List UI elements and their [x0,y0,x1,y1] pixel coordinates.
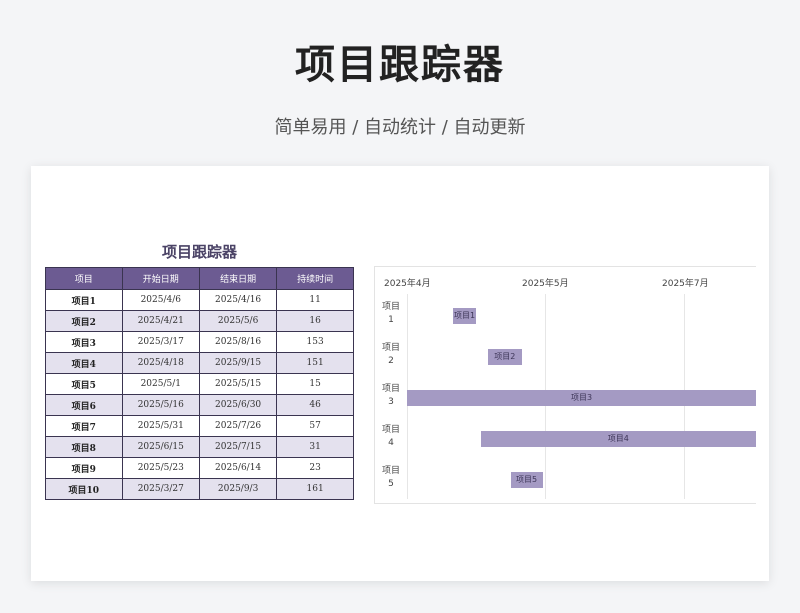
cell-end-date[interactable]: 2025/6/30 [198,394,278,416]
gantt-category-label: 项目 4 [381,425,400,448]
cell-duration[interactable]: 23 [276,457,354,479]
cell-project[interactable]: 项目9 [45,457,123,479]
cell-project[interactable]: 项目3 [45,331,123,353]
gantt-frame [374,266,756,504]
page-title: 项目跟踪器 [295,42,505,88]
gantt-bar[interactable]: 项目3 [407,390,756,406]
table-row: 项目10 2025/3/27 2025/9/3 161 [45,478,354,500]
axis-label-may: 2025年5月 [522,279,569,289]
cell-start-date[interactable]: 2025/5/1 [121,373,200,395]
cell-end-date[interactable]: 2025/9/15 [198,352,278,374]
cell-project[interactable]: 项目5 [45,373,123,395]
header-start-date[interactable]: 开始日期 [121,267,200,290]
gantt-category-label: 项目 5 [381,466,400,489]
table-row: 项目6 2025/5/16 2025/6/30 46 [45,394,354,416]
cell-duration[interactable]: 151 [276,352,354,374]
table-row: 项目7 2025/5/31 2025/7/26 57 [45,415,354,437]
cell-duration[interactable]: 11 [276,289,354,311]
table-row: 项目5 2025/5/1 2025/5/15 15 [45,373,354,395]
cell-project[interactable]: 项目2 [45,310,123,332]
cell-duration[interactable]: 31 [276,436,354,458]
cell-duration[interactable]: 161 [276,478,354,500]
cell-project[interactable]: 项目7 [45,415,123,437]
table-row: 项目1 2025/4/6 2025/4/16 11 [45,289,354,311]
axis-label-jul: 2025年7月 [662,279,709,289]
table-header-row: 项目 开始日期 结束日期 持续时间 [45,267,354,290]
cell-start-date[interactable]: 2025/4/18 [121,352,200,374]
gantt-bar[interactable]: 项目2 [487,349,522,365]
cell-duration[interactable]: 16 [276,310,354,332]
cell-end-date[interactable]: 2025/5/6 [198,310,278,332]
axis-label-apr: 2025年4月 [384,279,431,289]
cell-start-date[interactable]: 2025/3/27 [121,478,200,500]
page-subtitle: 简单易用 / 自动统计 / 自动更新 [274,117,526,138]
cell-end-date[interactable]: 2025/9/3 [198,478,278,500]
cell-project[interactable]: 项目1 [45,289,123,311]
cell-start-date[interactable]: 2025/5/16 [121,394,200,416]
table-row: 项目8 2025/6/15 2025/7/15 31 [45,436,354,458]
cell-project[interactable]: 项目8 [45,436,123,458]
cell-duration[interactable]: 153 [276,331,354,353]
gantt-bar[interactable]: 项目1 [453,308,476,324]
header-project[interactable]: 项目 [45,267,123,290]
cell-end-date[interactable]: 2025/8/16 [198,331,278,353]
cell-start-date[interactable]: 2025/5/23 [121,457,200,479]
table-row: 项目9 2025/5/23 2025/6/14 23 [45,457,354,479]
header-duration[interactable]: 持续时间 [276,267,354,290]
cell-end-date[interactable]: 2025/6/14 [198,457,278,479]
cell-start-date[interactable]: 2025/5/31 [121,415,200,437]
cell-end-date[interactable]: 2025/4/16 [198,289,278,311]
header-end-date[interactable]: 结束日期 [198,267,278,290]
gantt-category-label: 项目 3 [381,384,400,407]
table-title: 项目跟踪器 [161,243,237,261]
project-table: 项目 开始日期 结束日期 持续时间 项目1 2025/4/6 2025/4/16 11… [45,267,354,500]
cell-start-date[interactable]: 2025/4/21 [121,310,200,332]
cell-project[interactable]: 项目4 [45,352,123,374]
table-row: 项目4 2025/4/18 2025/9/15 151 [45,352,354,374]
gantt-bar[interactable]: 项目5 [510,472,543,488]
cell-start-date[interactable]: 2025/6/15 [121,436,200,458]
table-row: 项目3 2025/3/17 2025/8/16 153 [45,331,354,353]
cell-end-date[interactable]: 2025/7/15 [198,436,278,458]
cell-start-date[interactable]: 2025/4/6 [121,289,200,311]
cell-project[interactable]: 项目6 [45,394,123,416]
table-row: 项目2 2025/4/21 2025/5/6 16 [45,310,354,332]
cell-duration[interactable]: 15 [276,373,354,395]
gantt-chart: 2025年4月 2025年5月 2025年7月 项目 1 项目 2 项目 3 项目 4 项目 5 … [374,266,756,504]
cell-duration[interactable]: 46 [276,394,354,416]
gantt-bar[interactable]: 项目4 [480,431,756,447]
cell-start-date[interactable]: 2025/3/17 [121,331,200,353]
cell-end-date[interactable]: 2025/5/15 [198,373,278,395]
cell-end-date[interactable]: 2025/7/26 [198,415,278,437]
gantt-category-label: 项目 1 [381,302,400,325]
cell-project[interactable]: 项目10 [45,478,123,500]
gantt-category-label: 项目 2 [381,343,400,366]
cell-duration[interactable]: 57 [276,415,354,437]
